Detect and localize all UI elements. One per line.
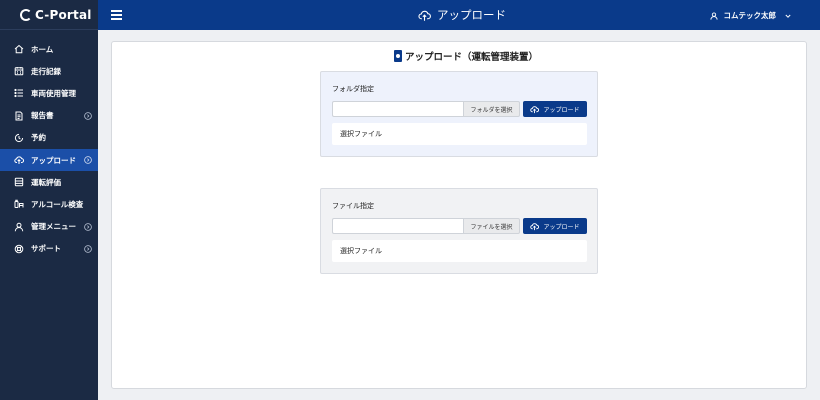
cloud-upload-icon [530,222,540,230]
evaluation-icon [14,177,24,187]
sidebar-item-driving-evaluation[interactable]: 運転評価 [0,171,98,193]
chevron-circle-icon [84,156,92,164]
logo[interactable]: C-Portal [0,0,98,30]
sidebar-item-label: 予約 [31,133,46,143]
user-name: コムテック太郎 [723,11,777,20]
page-title-marker-icon [394,50,402,62]
alcohol-check-icon [14,199,24,209]
sidebar-item-home[interactable]: ホーム [0,38,98,60]
cloud-upload-icon [14,155,24,165]
sidebar-nav: ホーム 走行記録 車両使用管理 報告書 予約 アップロード 運転評価 アルコール… [0,38,98,260]
sidebar-item-driving-record[interactable]: 走行記録 [0,60,98,82]
folder-selected-files: 選択ファイル [332,123,587,145]
sidebar-item-label: アップロード [31,155,76,165]
logo-text: C-Portal [35,7,92,22]
support-icon [14,244,24,254]
file-path-input[interactable] [332,218,464,234]
file-upload-panel: ファイル指定 ファイルを選択 アップロード 選択ファイル [320,188,598,274]
sidebar-item-label: 車両使用管理 [31,88,76,98]
cloud-upload-icon [530,105,540,113]
sidebar-item-label: 運転評価 [31,177,61,187]
file-panel-label: ファイル指定 [332,202,374,210]
chevron-down-icon [785,14,791,18]
top-header: アップロード コムテック太郎 [98,0,820,30]
reservation-icon [14,133,24,143]
hamburger-menu-icon[interactable] [111,10,122,20]
calendar-icon [14,66,24,76]
sidebar-item-label: 管理メニュー [31,222,76,232]
list-icon [14,88,24,98]
chevron-circle-icon [84,244,92,253]
sidebar: C-Portal ホーム 走行記録 車両使用管理 報告書 予約 アップロード 運… [0,0,98,400]
sidebar-item-label: アルコール検査 [31,199,84,209]
page-title: アップロード（運転管理装置） [394,49,538,63]
folder-panel-label: フォルダ指定 [332,85,374,93]
sidebar-item-admin-menu[interactable]: 管理メニュー [0,216,98,238]
home-icon [14,44,24,54]
chevron-circle-icon [84,111,92,120]
page-title-text: アップロード（運転管理装置） [405,52,539,63]
select-folder-button[interactable]: フォルダを選択 [463,101,520,117]
chevron-circle-icon [84,222,92,231]
header-title: アップロード [418,7,506,23]
sidebar-item-vehicle-usage[interactable]: 車両使用管理 [0,82,98,104]
sidebar-item-alcohol-check[interactable]: アルコール検査 [0,193,98,215]
sidebar-item-reservation[interactable]: 予約 [0,127,98,149]
report-icon [14,111,24,121]
folder-upload-button-label: アップロード [543,106,580,114]
sidebar-item-label: サポート [31,244,61,254]
sidebar-item-reports[interactable]: 報告書 [0,105,98,127]
sidebar-item-label: 走行記録 [31,66,61,76]
sidebar-item-label: 報告書 [31,111,54,121]
header-title-text: アップロード [437,8,506,22]
folder-path-input[interactable] [332,101,464,117]
file-upload-button[interactable]: アップロード [523,218,587,234]
user-icon [709,11,718,20]
sidebar-item-upload[interactable]: アップロード [0,148,98,172]
select-file-button[interactable]: ファイルを選択 [463,218,520,234]
logo-mark-icon [20,8,32,21]
folder-upload-panel: フォルダ指定 フォルダを選択 アップロード 選択ファイル [320,71,598,157]
file-selected-files: 選択ファイル [332,240,587,262]
sidebar-item-support[interactable]: サポート [0,238,98,260]
folder-upload-button[interactable]: アップロード [523,101,587,117]
user-menu[interactable]: コムテック太郎 [709,10,793,21]
cloud-upload-icon [418,10,431,21]
admin-icon [14,222,24,232]
sidebar-item-label: ホーム [31,44,54,54]
file-upload-button-label: アップロード [543,223,580,231]
